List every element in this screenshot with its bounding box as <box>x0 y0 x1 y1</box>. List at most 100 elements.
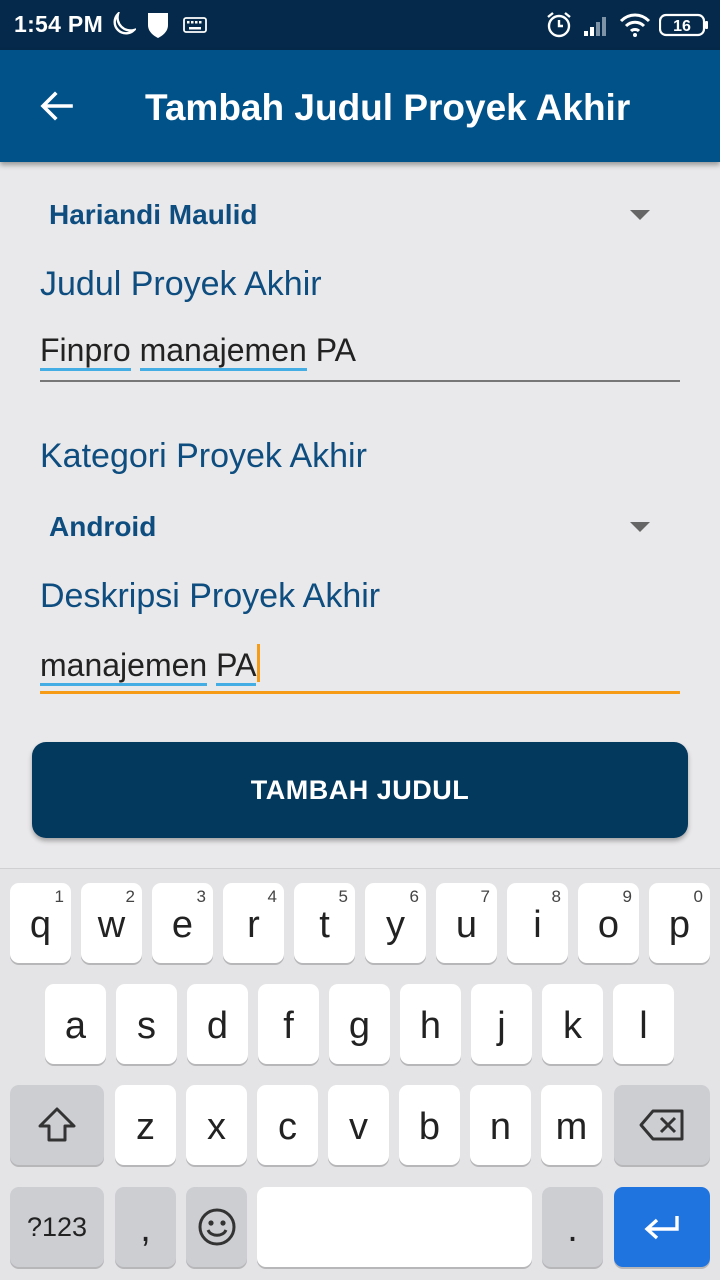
key-k[interactable]: k <box>542 984 603 1064</box>
key-label: q <box>29 903 52 946</box>
key-i[interactable]: i8 <box>507 883 568 963</box>
text-cursor <box>257 644 261 682</box>
user-spinner[interactable]: Hariandi Maulid <box>40 190 680 240</box>
alarm-icon <box>545 11 573 44</box>
key-label: d <box>206 1004 229 1047</box>
key-u[interactable]: u7 <box>436 883 497 963</box>
category-label: Kategori Proyek Akhir <box>40 437 367 475</box>
app-bar: Tambah Judul Proyek Akhir <box>0 50 720 162</box>
backspace-key[interactable] <box>614 1085 710 1165</box>
key-r[interactable]: r4 <box>223 883 284 963</box>
key-label: k <box>563 1004 582 1047</box>
shift-key[interactable] <box>10 1085 104 1165</box>
key-l[interactable]: l <box>613 984 674 1064</box>
symbols-key-label: ?123 <box>26 1211 88 1242</box>
emoji-icon <box>198 1208 235 1246</box>
arrow-back-icon <box>40 91 73 121</box>
symbols-key[interactable]: ?123 <box>10 1187 104 1267</box>
key-m[interactable]: m <box>541 1085 602 1165</box>
key-label: h <box>419 1004 442 1047</box>
dropdown-arrow-icon <box>630 210 650 220</box>
space-key[interactable] <box>257 1187 532 1267</box>
key-label: i <box>533 903 542 946</box>
battery-icon: 16 <box>658 13 709 42</box>
status-bar: 1:54 PM 16 <box>0 0 720 50</box>
title-label: Judul Proyek Akhir <box>40 265 322 303</box>
key-s[interactable]: s <box>116 984 177 1064</box>
key-z[interactable]: z <box>115 1085 176 1165</box>
title-input-value: Finpro manajemen PA <box>40 332 356 371</box>
emoji-key[interactable] <box>186 1187 247 1267</box>
dropdown-arrow-icon <box>630 522 650 532</box>
comma-key-label: , <box>140 1207 151 1250</box>
key-hint: 2 <box>125 887 135 906</box>
key-label: g <box>348 1004 371 1047</box>
key-o[interactable]: o9 <box>578 883 639 963</box>
signal-icon <box>583 13 611 42</box>
status-time: 1:54 PM <box>14 11 104 37</box>
key-label: y <box>386 903 405 946</box>
key-d[interactable]: d <box>187 984 248 1064</box>
key-label: o <box>597 903 620 946</box>
submit-button[interactable]: TAMBAH JUDUL <box>32 742 688 838</box>
key-e[interactable]: e3 <box>152 883 213 963</box>
user-spinner-value: Hariandi Maulid <box>49 199 258 230</box>
category-spinner[interactable]: Android <box>40 502 680 552</box>
description-word: manajemen <box>40 647 208 686</box>
key-v[interactable]: v <box>328 1085 389 1165</box>
description-word: PA <box>216 647 257 686</box>
key-h[interactable]: h <box>400 984 461 1064</box>
keyboard-icon <box>183 17 207 38</box>
key-label: l <box>639 1004 648 1047</box>
backspace-icon <box>639 1109 684 1141</box>
key-hint: 9 <box>622 887 632 906</box>
description-label: Deskripsi Proyek Akhir <box>40 577 381 615</box>
key-hint: 7 <box>480 887 490 906</box>
key-label: e <box>171 903 194 946</box>
key-g[interactable]: g <box>329 984 390 1064</box>
key-label: a <box>64 1004 87 1047</box>
enter-key[interactable] <box>614 1187 710 1267</box>
key-label: s <box>137 1004 156 1047</box>
soft-keyboard: q1w2e3r4t5y6u7i8o9p0 asdfghjkl zxcvbnm ?… <box>0 868 720 1280</box>
description-input-value: manajemen PA <box>40 644 261 686</box>
key-label: j <box>497 1004 506 1047</box>
period-key-label: . <box>567 1207 578 1250</box>
category-spinner-value: Android <box>49 511 157 542</box>
title-word: Finpro <box>40 332 131 371</box>
key-hint: 4 <box>267 887 277 906</box>
key-q[interactable]: q1 <box>10 883 71 963</box>
shield-icon <box>146 11 170 44</box>
title-input[interactable]: Finpro manajemen PA <box>40 326 680 382</box>
key-c[interactable]: c <box>257 1085 318 1165</box>
enter-icon <box>644 1216 679 1240</box>
title-input-underline <box>40 380 680 382</box>
key-p[interactable]: p0 <box>649 883 710 963</box>
back-button[interactable] <box>26 76 86 136</box>
key-label: z <box>136 1105 155 1148</box>
key-label: v <box>349 1105 368 1148</box>
key-x[interactable]: x <box>186 1085 247 1165</box>
key-w[interactable]: w2 <box>81 883 142 963</box>
description-input[interactable]: manajemen PA <box>40 638 680 694</box>
comma-key[interactable]: , <box>115 1187 176 1267</box>
wifi-icon <box>619 12 651 43</box>
description-input-underline <box>40 691 680 694</box>
period-key[interactable]: . <box>542 1187 603 1267</box>
key-j[interactable]: j <box>471 984 532 1064</box>
key-f[interactable]: f <box>258 984 319 1064</box>
key-label: c <box>278 1105 297 1148</box>
key-t[interactable]: t5 <box>294 883 355 963</box>
svg-text:16: 16 <box>673 18 691 35</box>
key-a[interactable]: a <box>45 984 106 1064</box>
key-b[interactable]: b <box>399 1085 460 1165</box>
key-label: u <box>455 903 478 946</box>
key-n[interactable]: n <box>470 1085 531 1165</box>
key-hint: 5 <box>338 887 348 906</box>
key-label: n <box>489 1105 512 1148</box>
moon-icon <box>110 9 139 43</box>
title-word: manajemen <box>139 332 307 371</box>
key-hint: 8 <box>551 887 561 906</box>
key-hint: 0 <box>693 887 703 906</box>
key-y[interactable]: y6 <box>365 883 426 963</box>
